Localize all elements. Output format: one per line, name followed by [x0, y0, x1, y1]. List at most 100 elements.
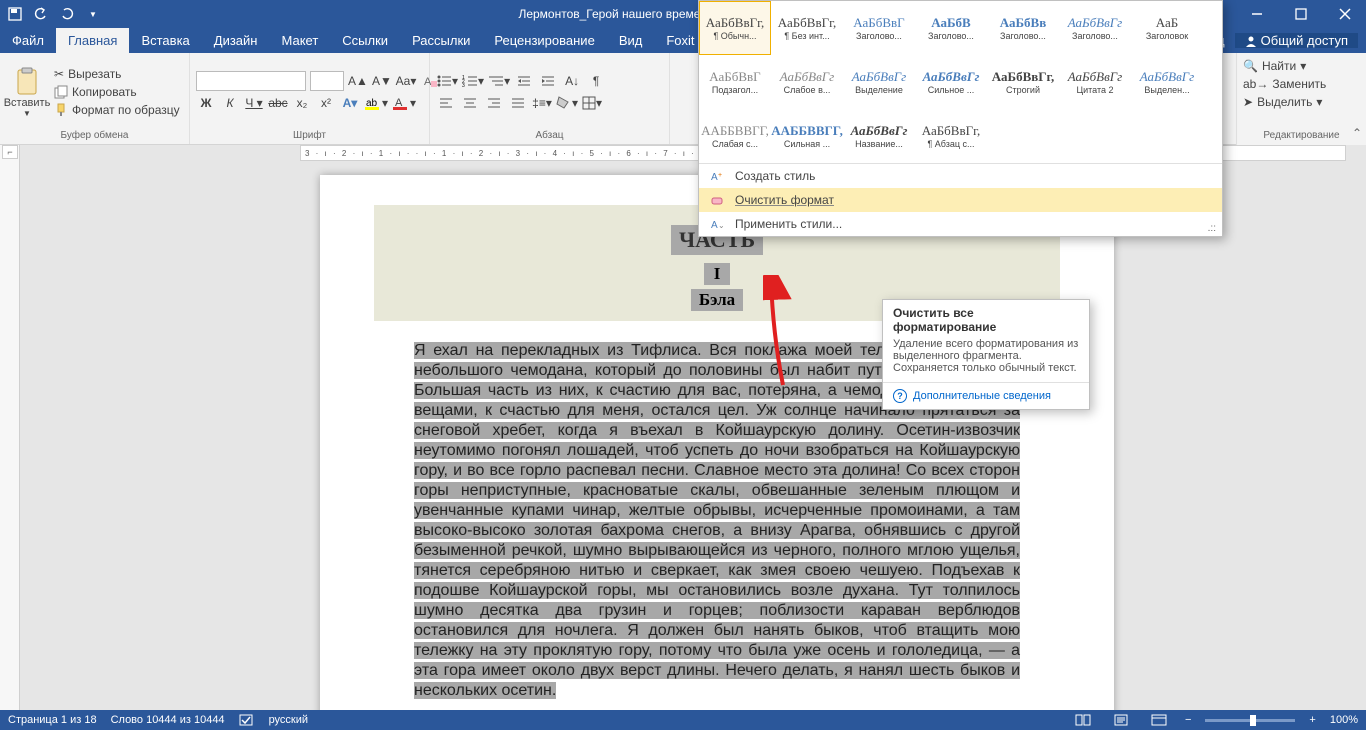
status-page[interactable]: Страница 1 из 18: [8, 714, 97, 726]
search-icon: 🔍: [1243, 59, 1258, 73]
scissors-icon: ✂: [54, 67, 64, 81]
indent-decrease-icon[interactable]: [514, 71, 534, 91]
style-item[interactable]: АаБбВвГгЦитата 2: [1059, 55, 1131, 109]
paste-button[interactable]: Вставить ▼: [6, 56, 48, 128]
zoom-out-icon[interactable]: −: [1185, 714, 1191, 726]
sort-icon[interactable]: A↓: [562, 71, 582, 91]
apply-styles-icon: A⌄: [709, 216, 727, 232]
zoom-in-icon[interactable]: +: [1309, 714, 1315, 726]
find-button[interactable]: 🔍Найти ▾: [1243, 57, 1360, 75]
style-item[interactable]: АаБбВвГгВыделен...: [1131, 55, 1203, 109]
align-center-icon[interactable]: [460, 93, 480, 113]
view-read-icon[interactable]: [1071, 710, 1095, 730]
document-page[interactable]: ЧАСТЬ I Бэла Я ехал на перекладных из Ти…: [320, 175, 1114, 710]
status-language[interactable]: русский: [269, 714, 308, 726]
gallery-expand-icon[interactable]: .::: [1204, 223, 1220, 234]
text-effects-icon[interactable]: A▾: [340, 93, 360, 113]
share-button[interactable]: Общий доступ: [1235, 33, 1358, 48]
style-item[interactable]: АаБбВвЗаголово...: [987, 1, 1059, 55]
font-name-input[interactable]: [196, 71, 306, 91]
change-case-icon[interactable]: Aa▾: [396, 71, 416, 91]
close-icon[interactable]: [1324, 0, 1366, 28]
style-item[interactable]: АаБбВвГгНазвание...: [843, 109, 915, 163]
select-button[interactable]: ➤Выделить ▾: [1243, 93, 1360, 111]
font-color-icon[interactable]: A▾: [392, 93, 416, 113]
tab-references[interactable]: Ссылки: [330, 28, 400, 53]
numbering-icon[interactable]: 123▾: [462, 71, 484, 91]
share-label: Общий доступ: [1261, 33, 1348, 48]
apply-styles-menuitem[interactable]: A⌄Применить стили...: [699, 212, 1222, 236]
clear-format-menuitem[interactable]: Очистить формат: [699, 188, 1222, 212]
bullets-icon[interactable]: ▾: [436, 71, 458, 91]
format-painter-button[interactable]: Формат по образцу: [52, 102, 182, 118]
align-right-icon[interactable]: [484, 93, 504, 113]
line-spacing-icon[interactable]: ‡≡▾: [532, 93, 552, 113]
clear-formatting-tooltip: Очистить все форматирование Удаление все…: [882, 299, 1090, 410]
align-justify-icon[interactable]: [508, 93, 528, 113]
pilcrow-icon[interactable]: ¶: [586, 71, 606, 91]
zoom-slider[interactable]: [1205, 719, 1295, 722]
style-item[interactable]: АаБбВвГгСлабое в...: [771, 55, 843, 109]
style-item[interactable]: АаБбВвГЗаголово...: [843, 1, 915, 55]
redo-icon[interactable]: [58, 5, 76, 23]
tab-file[interactable]: Файл: [0, 28, 56, 53]
tooltip-more-info-link[interactable]: ?Дополнительные сведения: [883, 382, 1089, 409]
tab-layout[interactable]: Макет: [269, 28, 330, 53]
borders-icon[interactable]: ▾: [582, 93, 602, 113]
font-shrink-icon[interactable]: A▼: [372, 71, 392, 91]
style-item[interactable]: АаБЗаголовок: [1131, 1, 1203, 55]
shading-icon[interactable]: ▾: [556, 93, 578, 113]
highlight-icon[interactable]: ab▾: [364, 93, 388, 113]
copy-button[interactable]: Копировать: [52, 84, 182, 100]
view-web-icon[interactable]: [1147, 710, 1171, 730]
tab-mailings[interactable]: Рассылки: [400, 28, 482, 53]
tab-insert[interactable]: Вставка: [129, 28, 201, 53]
indent-increase-icon[interactable]: [538, 71, 558, 91]
status-proofing-icon[interactable]: [239, 713, 255, 727]
style-item[interactable]: АаБбВвГгСильное ...: [915, 55, 987, 109]
tab-review[interactable]: Рецензирование: [482, 28, 606, 53]
subscript-icon[interactable]: x₂: [292, 93, 312, 113]
style-item[interactable]: АаБбВвГгЗаголово...: [1059, 1, 1131, 55]
ruler-corner[interactable]: ⌐: [2, 145, 18, 159]
create-style-menuitem[interactable]: A+Создать стиль: [699, 164, 1222, 188]
style-item[interactable]: АаБбВЗаголово...: [915, 1, 987, 55]
style-item[interactable]: АаБбВвГг,¶ Без инт...: [771, 1, 843, 55]
style-item[interactable]: АаБбВвГг,Строгий: [987, 55, 1059, 109]
tab-home[interactable]: Главная: [56, 28, 129, 53]
replace-button[interactable]: ab→Заменить: [1243, 75, 1360, 93]
style-item[interactable]: АаБбВвГг,¶ Абзац с...: [915, 109, 987, 163]
save-icon[interactable]: [6, 5, 24, 23]
style-item[interactable]: ААББВВГГ,Сильная ...: [771, 109, 843, 163]
person-icon: [1245, 35, 1257, 47]
strikethrough-icon[interactable]: abc: [268, 93, 288, 113]
font-size-input[interactable]: [310, 71, 344, 91]
minimize-icon[interactable]: [1236, 0, 1278, 28]
status-words[interactable]: Слово 10444 из 10444: [111, 714, 225, 726]
editing-group: 🔍Найти ▾ ab→Заменить ➤Выделить ▾ Редакти…: [1236, 53, 1366, 145]
cut-button[interactable]: ✂Вырезать: [52, 66, 182, 82]
tooltip-title: Очистить все форматирование: [883, 300, 1089, 336]
ribbon-collapse-icon[interactable]: ⌃: [1352, 126, 1362, 140]
align-left-icon[interactable]: [436, 93, 456, 113]
vertical-ruler[interactable]: ⌐: [0, 145, 20, 710]
style-item[interactable]: ААББВВГГ,Слабая с...: [699, 109, 771, 163]
view-print-icon[interactable]: [1109, 710, 1133, 730]
tab-design[interactable]: Дизайн: [202, 28, 270, 53]
tab-view[interactable]: Вид: [607, 28, 655, 53]
doc-chapter-number: I: [704, 263, 731, 285]
style-item[interactable]: АаБбВвГгВыделение: [843, 55, 915, 109]
italic-icon[interactable]: К: [220, 93, 240, 113]
copy-icon: [54, 85, 68, 99]
undo-icon[interactable]: [32, 5, 50, 23]
superscript-icon[interactable]: x²: [316, 93, 336, 113]
style-item[interactable]: АаБбВвГг,¶ Обычн...: [699, 1, 771, 55]
multilevel-icon[interactable]: ▾: [488, 71, 510, 91]
qat-dropdown-icon[interactable]: ▼: [84, 5, 102, 23]
bold-icon[interactable]: Ж: [196, 93, 216, 113]
maximize-icon[interactable]: [1280, 0, 1322, 28]
underline-icon[interactable]: Ч ▾: [244, 93, 264, 113]
font-grow-icon[interactable]: A▲: [348, 71, 368, 91]
zoom-level[interactable]: 100%: [1330, 714, 1358, 726]
style-item[interactable]: АаБбВвГПодзагол...: [699, 55, 771, 109]
